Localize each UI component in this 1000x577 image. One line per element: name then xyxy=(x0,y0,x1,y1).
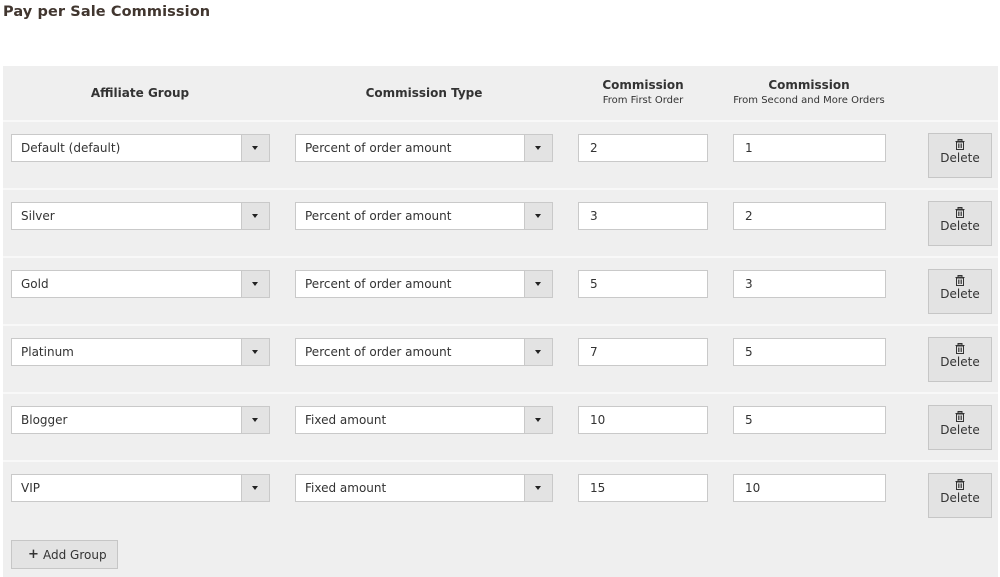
first-order-value: 2 xyxy=(590,141,598,155)
chevron-down-icon[interactable] xyxy=(241,475,269,501)
header-second-orders-title: Commission xyxy=(768,78,850,92)
chevron-down-icon[interactable] xyxy=(524,475,552,501)
header-first-order: Commission From First Order xyxy=(573,78,713,106)
first-order-value: 10 xyxy=(590,413,606,427)
trash-icon xyxy=(955,479,965,490)
chevron-down-icon[interactable] xyxy=(241,407,269,433)
first-order-commission-input[interactable]: 5 xyxy=(578,270,708,298)
second-orders-commission-input[interactable]: 3 xyxy=(733,270,886,298)
header-second-orders-sub: From Second and More Orders xyxy=(733,95,885,106)
add-group-label: Add Group xyxy=(43,548,107,562)
chevron-down-icon[interactable] xyxy=(524,271,552,297)
trash-icon xyxy=(955,207,965,218)
delete-label: Delete xyxy=(940,423,980,437)
affiliate-group-select[interactable]: Blogger xyxy=(11,406,270,434)
commission-type-select[interactable]: Percent of order amount xyxy=(295,134,553,162)
delete-button[interactable]: Delete xyxy=(928,201,992,246)
table-header: Affiliate Group Commission Type Commissi… xyxy=(3,66,998,120)
header-affiliate-group: Affiliate Group xyxy=(90,86,190,100)
header-first-order-sub: From First Order xyxy=(602,95,684,106)
second-orders-value: 3 xyxy=(745,277,753,291)
table-row: VIP Fixed amount 15 10 Delete xyxy=(3,460,998,528)
delete-label: Delete xyxy=(940,355,980,369)
first-order-commission-input[interactable]: 15 xyxy=(578,474,708,502)
page-title: Pay per Sale Commission xyxy=(3,4,211,20)
commission-type-value: Fixed amount xyxy=(305,481,387,495)
commission-type-select[interactable]: Fixed amount xyxy=(295,474,553,502)
affiliate-group-select[interactable]: Platinum xyxy=(11,338,270,366)
table-row: Blogger Fixed amount 10 5 Delete xyxy=(3,392,998,460)
header-first-order-title: Commission xyxy=(602,78,684,92)
first-order-value: 15 xyxy=(590,481,606,495)
commission-type-value: Percent of order amount xyxy=(305,141,452,155)
delete-label: Delete xyxy=(940,219,980,233)
header-commission-type: Commission Type xyxy=(365,86,483,100)
commission-table: Affiliate Group Commission Type Commissi… xyxy=(3,66,998,577)
commission-type-value: Percent of order amount xyxy=(305,277,452,291)
affiliate-group-value: Silver xyxy=(21,209,55,223)
second-orders-value: 5 xyxy=(745,345,753,359)
second-orders-commission-input[interactable]: 5 xyxy=(733,338,886,366)
affiliate-group-select[interactable]: Gold xyxy=(11,270,270,298)
chevron-down-icon[interactable] xyxy=(241,203,269,229)
chevron-down-icon[interactable] xyxy=(524,407,552,433)
delete-button[interactable]: Delete xyxy=(928,337,992,382)
affiliate-group-select[interactable]: Default (default) xyxy=(11,134,270,162)
chevron-down-icon[interactable] xyxy=(241,339,269,365)
chevron-down-icon[interactable] xyxy=(524,203,552,229)
table-row: Default (default) Percent of order amoun… xyxy=(3,120,998,188)
chevron-down-icon[interactable] xyxy=(524,135,552,161)
first-order-value: 5 xyxy=(590,277,598,291)
delete-label: Delete xyxy=(940,287,980,301)
second-orders-commission-input[interactable]: 2 xyxy=(733,202,886,230)
second-orders-value: 1 xyxy=(745,141,753,155)
first-order-commission-input[interactable]: 7 xyxy=(578,338,708,366)
delete-label: Delete xyxy=(940,491,980,505)
trash-icon xyxy=(955,411,965,422)
second-orders-value: 10 xyxy=(745,481,761,495)
header-second-orders: Commission From Second and More Orders xyxy=(719,78,899,106)
first-order-commission-input[interactable]: 3 xyxy=(578,202,708,230)
commission-type-select[interactable]: Percent of order amount xyxy=(295,202,553,230)
table-row: Gold Percent of order amount 5 3 Delete xyxy=(3,256,998,324)
chevron-down-icon[interactable] xyxy=(524,339,552,365)
delete-button[interactable]: Delete xyxy=(928,405,992,450)
second-orders-value: 5 xyxy=(745,413,753,427)
first-order-commission-input[interactable]: 10 xyxy=(578,406,708,434)
commission-type-value: Fixed amount xyxy=(305,413,387,427)
add-group-button[interactable]: + Add Group xyxy=(11,540,118,569)
table-row: Platinum Percent of order amount 7 5 Del… xyxy=(3,324,998,392)
affiliate-group-value: Gold xyxy=(21,277,49,291)
delete-label: Delete xyxy=(940,151,980,165)
affiliate-group-value: Blogger xyxy=(21,413,68,427)
trash-icon xyxy=(955,275,965,286)
commission-type-select[interactable]: Percent of order amount xyxy=(295,270,553,298)
delete-button[interactable]: Delete xyxy=(928,269,992,314)
trash-icon xyxy=(955,139,965,150)
second-orders-commission-input[interactable]: 10 xyxy=(733,474,886,502)
affiliate-group-value: Default (default) xyxy=(21,141,121,155)
chevron-down-icon[interactable] xyxy=(241,135,269,161)
table-row: Silver Percent of order amount 3 2 Delet… xyxy=(3,188,998,256)
second-orders-value: 2 xyxy=(745,209,753,223)
second-orders-commission-input[interactable]: 1 xyxy=(733,134,886,162)
commission-type-value: Percent of order amount xyxy=(305,345,452,359)
trash-icon xyxy=(955,343,965,354)
affiliate-group-value: VIP xyxy=(21,481,40,495)
first-order-value: 7 xyxy=(590,345,598,359)
first-order-commission-input[interactable]: 2 xyxy=(578,134,708,162)
plus-icon: + xyxy=(28,547,39,562)
commission-type-select[interactable]: Fixed amount xyxy=(295,406,553,434)
second-orders-commission-input[interactable]: 5 xyxy=(733,406,886,434)
commission-type-value: Percent of order amount xyxy=(305,209,452,223)
affiliate-group-value: Platinum xyxy=(21,345,74,359)
commission-type-select[interactable]: Percent of order amount xyxy=(295,338,553,366)
delete-button[interactable]: Delete xyxy=(928,473,992,518)
delete-button[interactable]: Delete xyxy=(928,133,992,178)
first-order-value: 3 xyxy=(590,209,598,223)
chevron-down-icon[interactable] xyxy=(241,271,269,297)
affiliate-group-select[interactable]: Silver xyxy=(11,202,270,230)
affiliate-group-select[interactable]: VIP xyxy=(11,474,270,502)
